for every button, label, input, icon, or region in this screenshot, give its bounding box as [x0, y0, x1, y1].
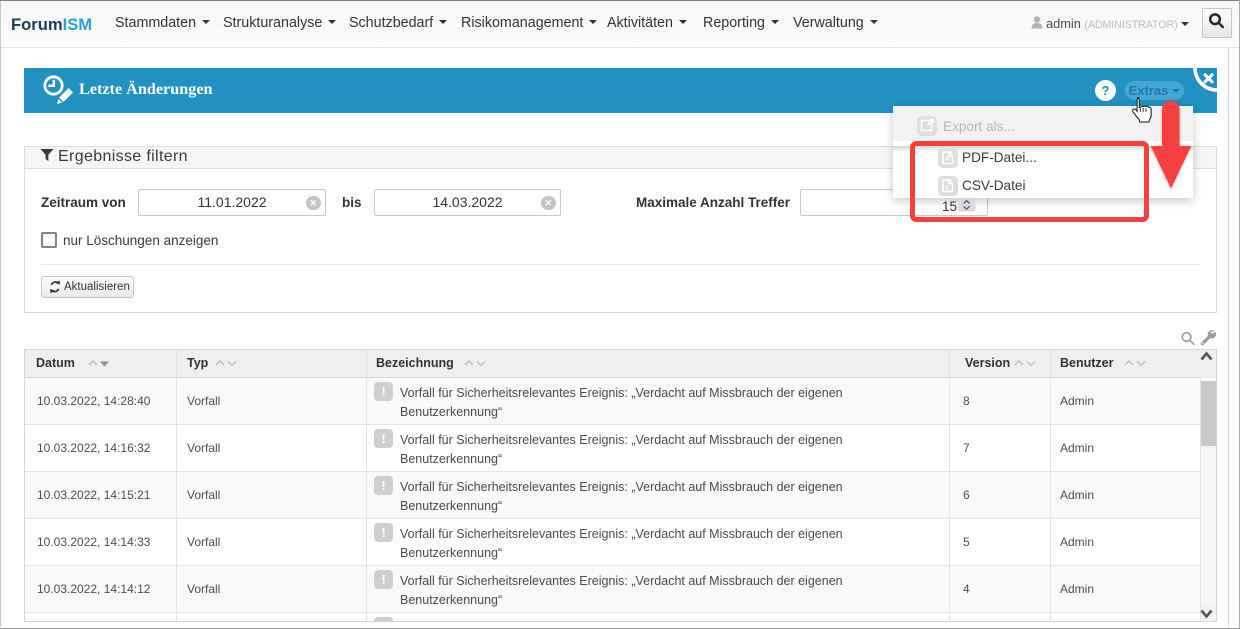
svg-text:x: x	[945, 184, 949, 191]
svg-text:P: P	[945, 156, 950, 163]
